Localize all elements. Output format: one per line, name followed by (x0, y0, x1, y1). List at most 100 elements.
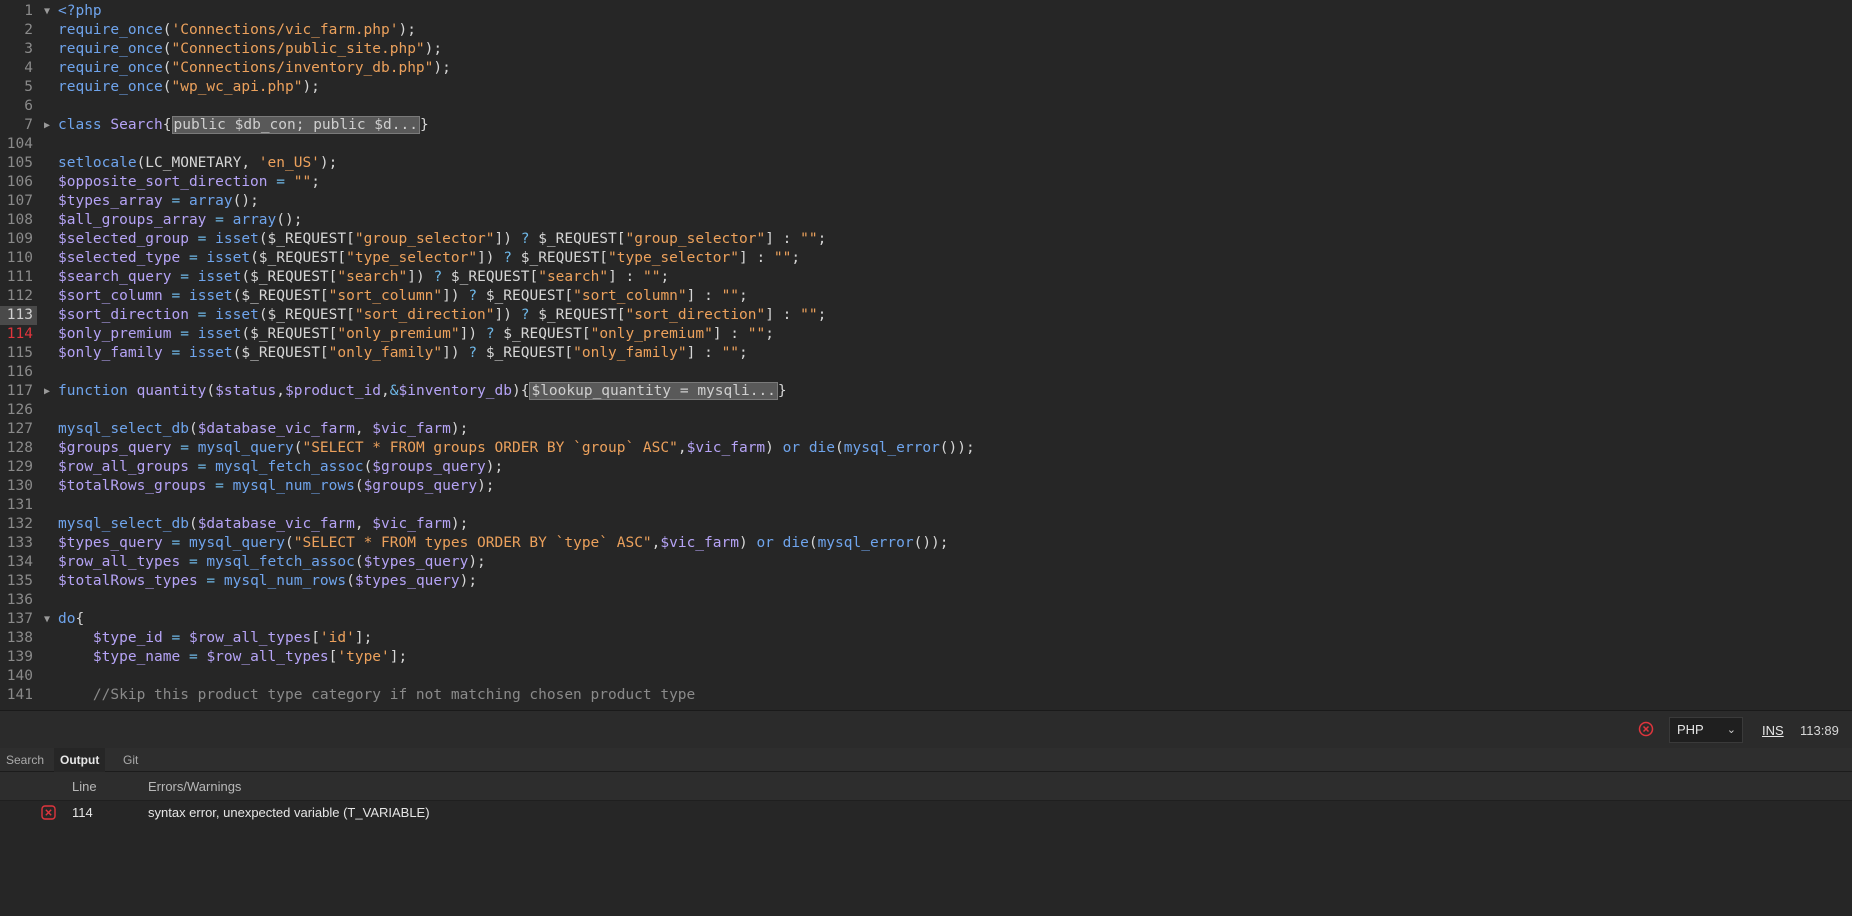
code-line[interactable]: 116 (0, 363, 1852, 382)
table-row[interactable]: 114 syntax error, unexpected variable (T… (0, 801, 1852, 825)
code-line[interactable]: 135 $totalRows_types = mysql_num_rows($ty… (0, 572, 1852, 591)
line-number[interactable]: 4 (0, 59, 37, 78)
code-token: "" (642, 269, 661, 285)
line-number[interactable]: 3 (0, 40, 37, 59)
column-header-errors[interactable]: Errors/Warnings (148, 779, 241, 794)
line-number[interactable]: 131 (0, 496, 37, 515)
line-number[interactable]: 2 (0, 21, 37, 40)
code-line[interactable]: 129 $row_all_groups = mysql_fetch_assoc($… (0, 458, 1852, 477)
tab-git[interactable]: Git (117, 748, 144, 772)
code-line[interactable]: 115 $only_family = isset($_REQUEST["only_… (0, 344, 1852, 363)
code-line[interactable]: 105 setlocale(LC_MONETARY, 'en_US'); (0, 154, 1852, 173)
code-token: "SELECT * FROM types ORDER BY `type` ASC… (293, 535, 652, 551)
code-line[interactable]: 113 $sort_direction = isset($_REQUEST["so… (0, 306, 1852, 325)
code-line[interactable]: 107 $types_array = array(); (0, 192, 1852, 211)
code-token: "sort_direction" (625, 307, 766, 323)
code-token: ( (162, 60, 172, 76)
code-line[interactable]: 138 $type_id = $row_all_types['id']; (0, 629, 1852, 648)
code-line[interactable]: 110 $selected_type = isset($_REQUEST["typ… (0, 249, 1852, 268)
code-token: $only_premium (58, 326, 172, 342)
code-line[interactable]: 140 (0, 667, 1852, 686)
code-line[interactable]: 132 mysql_select_db($database_vic_farm, $… (0, 515, 1852, 534)
line-number[interactable]: 105 (0, 154, 37, 173)
code-line[interactable]: 109 $selected_group = isset($_REQUEST["gr… (0, 230, 1852, 249)
code-line[interactable]: 137 ▼ do{ (0, 610, 1852, 629)
line-number[interactable]: 129 (0, 458, 37, 477)
code-token: $selected_group (58, 231, 189, 247)
line-number[interactable]: 104 (0, 135, 37, 154)
line-number[interactable]: 132 (0, 515, 37, 534)
insert-mode-toggle[interactable]: INS (1762, 723, 1784, 738)
code-line[interactable]: 127 mysql_select_db($database_vic_farm, $… (0, 420, 1852, 439)
code-line[interactable]: 134 $row_all_types = mysql_fetch_assoc($t… (0, 553, 1852, 572)
fold-expanded-icon[interactable]: ▼ (42, 2, 52, 21)
line-number[interactable]: 5 (0, 78, 37, 97)
line-number[interactable]: 133 (0, 534, 37, 553)
error-indicator-icon[interactable] (1638, 721, 1654, 737)
line-number[interactable]: 1 (0, 2, 37, 21)
code-line[interactable]: 111 $search_query = isset($_REQUEST["sear… (0, 268, 1852, 287)
code-line[interactable]: 130 $totalRows_groups = mysql_num_rows($g… (0, 477, 1852, 496)
cursor-position[interactable]: 113:89 (1800, 723, 1839, 738)
code-line[interactable]: 7 ▶ class Search{public $db_con; public $d… (0, 116, 1852, 135)
line-number[interactable]: 137 (0, 610, 37, 629)
line-number[interactable]: 128 (0, 439, 37, 458)
code-line[interactable]: 106 $opposite_sort_direction = ""; (0, 173, 1852, 192)
line-number[interactable]: 136 (0, 591, 37, 610)
fold-collapsed-icon[interactable]: ▶ (42, 382, 52, 401)
line-number[interactable]: 114 (0, 325, 37, 344)
line-number[interactable]: 106 (0, 173, 37, 192)
line-number[interactable]: 139 (0, 648, 37, 667)
code-editor[interactable]: 1 ▼ <?php 2 require_once('Connections/vic_fa… (0, 0, 1852, 710)
line-number[interactable]: 113 (0, 306, 37, 325)
line-number[interactable]: 135 (0, 572, 37, 591)
line-number[interactable]: 130 (0, 477, 37, 496)
code-line[interactable]: 4 require_once("Connections/inventory_db.… (0, 59, 1852, 78)
code-line[interactable]: 104 (0, 135, 1852, 154)
line-number[interactable]: 107 (0, 192, 37, 211)
line-number[interactable]: 126 (0, 401, 37, 420)
line-number[interactable]: 138 (0, 629, 37, 648)
code-line[interactable]: 6 (0, 97, 1852, 116)
collapsed-region[interactable]: public $db_con; public $d... (171, 116, 420, 134)
line-number[interactable]: 115 (0, 344, 37, 363)
code-line[interactable]: 131 (0, 496, 1852, 515)
line-number[interactable]: 110 (0, 249, 37, 268)
column-header-line[interactable]: Line (72, 779, 97, 794)
code-line[interactable]: 1 ▼ <?php (0, 2, 1852, 21)
code-line[interactable]: 139 $type_name = $row_all_types['type']; (0, 648, 1852, 667)
code-line[interactable]: 136 (0, 591, 1852, 610)
line-number[interactable]: 111 (0, 268, 37, 287)
line-number[interactable]: 7 (0, 116, 37, 135)
code-line[interactable]: 128 $groups_query = mysql_query ("SELECT *… (0, 439, 1852, 458)
code-line[interactable]: 114 $only_premium = isset($_REQUEST["only… (0, 325, 1852, 344)
code-line[interactable]: 2 require_once('Connections/vic_farm.php'… (0, 21, 1852, 40)
code-line[interactable]: 117 ▶ function quantity($status,$product_i… (0, 382, 1852, 401)
code-token: $_REQUEST[ (538, 231, 626, 247)
line-number[interactable]: 6 (0, 97, 37, 116)
fold-collapsed-icon[interactable]: ▶ (42, 116, 52, 135)
line-number[interactable]: 141 (0, 686, 37, 705)
code-line[interactable]: 112 $sort_column = isset($_REQUEST["sort_… (0, 287, 1852, 306)
tab-search[interactable]: Search (0, 748, 50, 772)
line-number[interactable]: 112 (0, 287, 37, 306)
line-number[interactable]: 117 (0, 382, 37, 401)
code-token: ); (433, 60, 451, 76)
fold-expanded-icon[interactable]: ▼ (42, 610, 52, 629)
line-number[interactable]: 127 (0, 420, 37, 439)
line-number[interactable]: 109 (0, 230, 37, 249)
code-line[interactable]: 126 (0, 401, 1852, 420)
line-number[interactable]: 140 (0, 667, 37, 686)
tab-output[interactable]: Output (54, 748, 106, 772)
code-line[interactable]: 108 $all_groups_array = array(); (0, 211, 1852, 230)
line-number[interactable]: 116 (0, 363, 37, 382)
language-select[interactable]: PHP ⌄ (1669, 717, 1743, 743)
line-number[interactable]: 108 (0, 211, 37, 230)
code-line[interactable]: 5 require_once("wp_wc_api.php"); (0, 78, 1852, 97)
code-line[interactable]: 133 $types_query = mysql_query("SELECT * … (0, 534, 1852, 553)
code-token: isset (188, 345, 233, 361)
line-number[interactable]: 134 (0, 553, 37, 572)
code-line[interactable]: 141 //Skip this product type category if… (0, 686, 1852, 705)
collapsed-region[interactable]: $lookup_quantity = mysqli... (529, 382, 778, 400)
code-line[interactable]: 3 require_once("Connections/public_site.p… (0, 40, 1852, 59)
